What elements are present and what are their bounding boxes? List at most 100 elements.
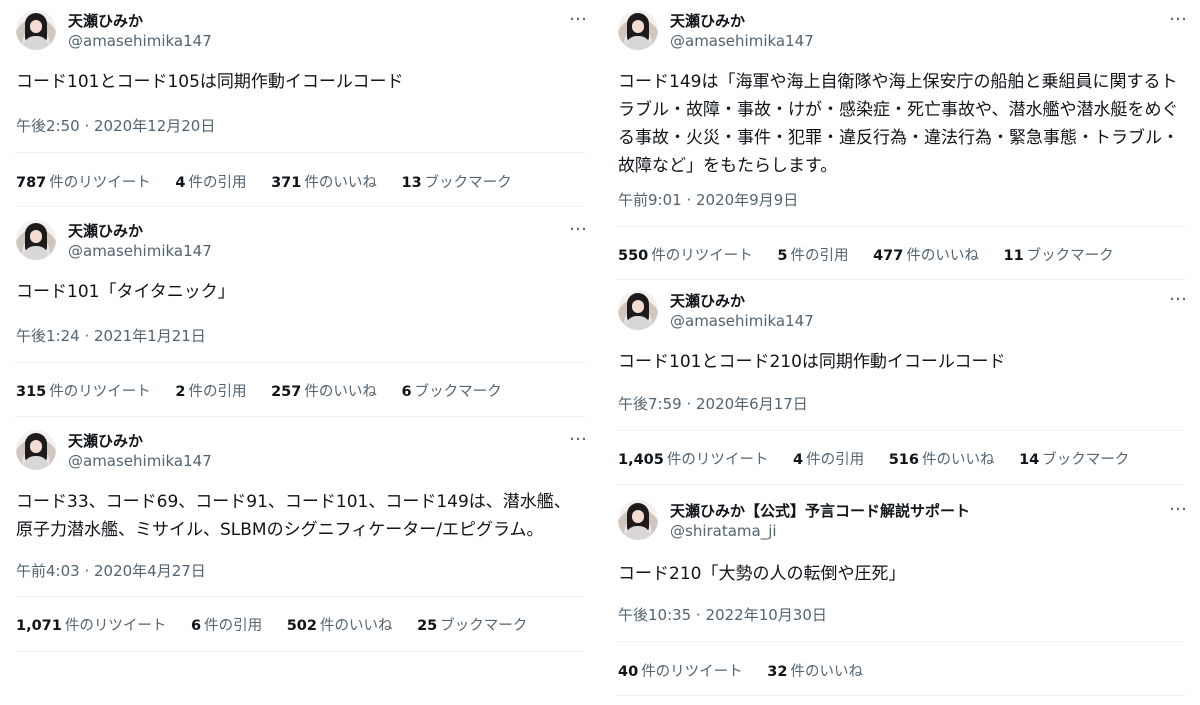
avatar[interactable] bbox=[618, 290, 658, 330]
more-options-icon[interactable]: … bbox=[1169, 494, 1188, 515]
more-options-icon[interactable]: … bbox=[1169, 284, 1188, 305]
user-handle[interactable]: @amasehimika147 bbox=[670, 32, 814, 50]
quote-count-value: 4 bbox=[792, 452, 804, 468]
retweet-count[interactable]: 1,071 件のリツイート bbox=[16, 614, 166, 635]
like-count[interactable]: 502 件のいいね bbox=[287, 614, 393, 635]
user-handle[interactable]: @shiratama_ji bbox=[670, 522, 777, 540]
retweet-count-value: 1,071 bbox=[16, 618, 62, 634]
bookmark-count-label: ブックマーク bbox=[1042, 452, 1130, 468]
quote-count-label: 件の引用 bbox=[806, 452, 865, 468]
like-count[interactable]: 516 件のいいね bbox=[889, 448, 995, 469]
tweet-timestamp[interactable]: 午後2:50 · 2020年12月20日 bbox=[16, 115, 215, 136]
retweet-count[interactable]: 315 件のリツイート bbox=[16, 380, 151, 401]
tweet-timestamp[interactable]: 午前9:01 · 2020年9月9日 bbox=[618, 189, 798, 210]
retweet-count[interactable]: 40 件のリツイート bbox=[618, 660, 743, 681]
tweet-text: コード33、コード69、コード91、コード101、コード149は、潜水艦、原子力… bbox=[16, 492, 571, 540]
bookmark-count-label: ブックマーク bbox=[424, 175, 512, 191]
like-count-value: 257 bbox=[271, 384, 302, 400]
tweet-timestamp[interactable]: 午後10:35 · 2022年10月30日 bbox=[618, 604, 827, 625]
avatar[interactable] bbox=[16, 220, 56, 260]
quote-count-label: 件の引用 bbox=[188, 384, 247, 400]
avatar[interactable] bbox=[618, 500, 658, 540]
bookmark-count-label: ブックマーク bbox=[440, 618, 528, 634]
quote-count[interactable]: 2 件の引用 bbox=[175, 380, 246, 401]
bookmark-count-label: ブックマーク bbox=[1026, 248, 1114, 264]
tweet-timestamp[interactable]: 午前4:03 · 2020年4月27日 bbox=[16, 560, 206, 581]
avatar[interactable] bbox=[16, 10, 56, 50]
user-handle[interactable]: @amasehimika147 bbox=[670, 312, 814, 330]
display-name[interactable]: 天瀬ひみか bbox=[68, 10, 143, 31]
tweet[interactable]: 天瀬ひみか @amasehimika147 … コード101とコード105は同期… bbox=[0, 0, 600, 208]
divider bbox=[14, 416, 586, 417]
bookmark-count[interactable]: 14 ブックマーク bbox=[1019, 448, 1129, 469]
more-options-icon[interactable]: … bbox=[569, 4, 588, 25]
retweet-count[interactable]: 550 件のリツイート bbox=[618, 244, 753, 265]
tweet-text: コード101とコード210は同期作動イコールコード bbox=[618, 352, 1006, 372]
avatar[interactable] bbox=[618, 10, 658, 50]
like-count-value: 516 bbox=[888, 452, 919, 468]
tweet-timestamp[interactable]: 午後1:24 · 2021年1月21日 bbox=[16, 325, 206, 346]
like-count[interactable]: 371 件のいいね bbox=[271, 171, 377, 192]
like-count[interactable]: 257 件のいいね bbox=[271, 380, 377, 401]
retweet-count-label: 件のリツイート bbox=[651, 248, 753, 264]
divider bbox=[14, 651, 586, 652]
tweet[interactable]: 天瀬ひみか @amasehimika147 … コード149は「海軍や海上自衛隊… bbox=[602, 0, 1200, 280]
quote-count-label: 件の引用 bbox=[204, 618, 263, 634]
display-name[interactable]: 天瀬ひみか bbox=[670, 10, 745, 31]
tweet[interactable]: 天瀬ひみか @amasehimika147 … コード101とコード210は同期… bbox=[602, 280, 1200, 485]
divider bbox=[14, 206, 586, 207]
more-options-icon[interactable]: … bbox=[569, 424, 588, 445]
like-count-label: 件のいいね bbox=[319, 618, 393, 634]
retweet-count-value: 550 bbox=[618, 248, 649, 264]
tweet-stats: 787 件のリツイート 4 件の引用 371 件のいいね 13 ブックマーク bbox=[16, 171, 532, 192]
like-count-label: 件のいいね bbox=[921, 452, 995, 468]
divider bbox=[616, 430, 1186, 431]
user-handle[interactable]: @amasehimika147 bbox=[68, 242, 212, 260]
display-name[interactable]: 天瀬ひみか bbox=[68, 430, 143, 451]
more-options-icon[interactable]: … bbox=[569, 214, 588, 235]
bookmark-count[interactable]: 11 ブックマーク bbox=[1003, 244, 1113, 265]
avatar[interactable] bbox=[16, 430, 56, 470]
display-name[interactable]: 天瀬ひみか bbox=[68, 220, 143, 241]
like-count[interactable]: 32 件のいいね bbox=[767, 660, 863, 681]
bookmark-count-label: ブックマーク bbox=[414, 384, 502, 400]
divider bbox=[14, 362, 586, 363]
quote-count[interactable]: 4 件の引用 bbox=[175, 171, 246, 192]
quote-count[interactable]: 6 件の引用 bbox=[191, 614, 262, 635]
tweet-text: コード210「大勢の人の転倒や圧死」 bbox=[618, 564, 906, 584]
divider bbox=[616, 641, 1186, 642]
tweet[interactable]: 天瀬ひみか @amasehimika147 … コード33、コード69、コード9… bbox=[0, 420, 600, 660]
tweet-stats: 1,405 件のリツイート 4 件の引用 516 件のいいね 14 ブックマーク bbox=[618, 448, 1149, 469]
divider bbox=[616, 484, 1186, 485]
user-handle[interactable]: @amasehimika147 bbox=[68, 32, 212, 50]
display-name[interactable]: 天瀬ひみか bbox=[670, 290, 745, 311]
tweet-stats: 315 件のリツイート 2 件の引用 257 件のいいね 6 ブックマーク bbox=[16, 380, 522, 401]
retweet-count-value: 787 bbox=[16, 175, 47, 191]
quote-count-value: 6 bbox=[190, 618, 202, 634]
tweet-timestamp[interactable]: 午後7:59 · 2020年6月17日 bbox=[618, 393, 808, 414]
like-count-label: 件のいいね bbox=[304, 384, 377, 400]
tweet-text: コード101とコード105は同期作動イコールコード bbox=[16, 72, 404, 92]
quote-count-value: 5 bbox=[777, 248, 788, 264]
like-count-label: 件のいいね bbox=[906, 248, 979, 264]
bookmark-count-value: 25 bbox=[417, 618, 438, 634]
retweet-count-value: 40 bbox=[618, 664, 639, 680]
bookmark-count-value: 6 bbox=[401, 384, 412, 400]
bookmark-count[interactable]: 25 ブックマーク bbox=[417, 614, 527, 635]
bookmark-count[interactable]: 13 ブックマーク bbox=[401, 171, 511, 192]
quote-count-value: 2 bbox=[175, 384, 186, 400]
tweet[interactable]: 天瀬ひみか @amasehimika147 … コード101「タイタニック」 午… bbox=[0, 210, 600, 418]
more-options-icon[interactable]: … bbox=[1169, 4, 1188, 25]
quote-count[interactable]: 5 件の引用 bbox=[777, 244, 848, 265]
retweet-count[interactable]: 1,405 件のリツイート bbox=[618, 448, 768, 469]
bookmark-count[interactable]: 6 ブックマーク bbox=[401, 380, 501, 401]
retweet-count[interactable]: 787 件のリツイート bbox=[16, 171, 151, 192]
retweet-count-value: 315 bbox=[16, 384, 47, 400]
user-handle[interactable]: @amasehimika147 bbox=[68, 452, 212, 470]
quote-count[interactable]: 4 件の引用 bbox=[793, 448, 864, 469]
display-name[interactable]: 天瀬ひみか【公式】予言コード解説サポート bbox=[670, 500, 970, 521]
tweet[interactable]: 天瀬ひみか【公式】予言コード解説サポート @shiratama_ji … コード… bbox=[602, 490, 1200, 700]
retweet-count-label: 件のリツイート bbox=[641, 664, 743, 680]
retweet-count-label: 件のリツイート bbox=[49, 175, 151, 191]
like-count[interactable]: 477 件のいいね bbox=[873, 244, 979, 265]
